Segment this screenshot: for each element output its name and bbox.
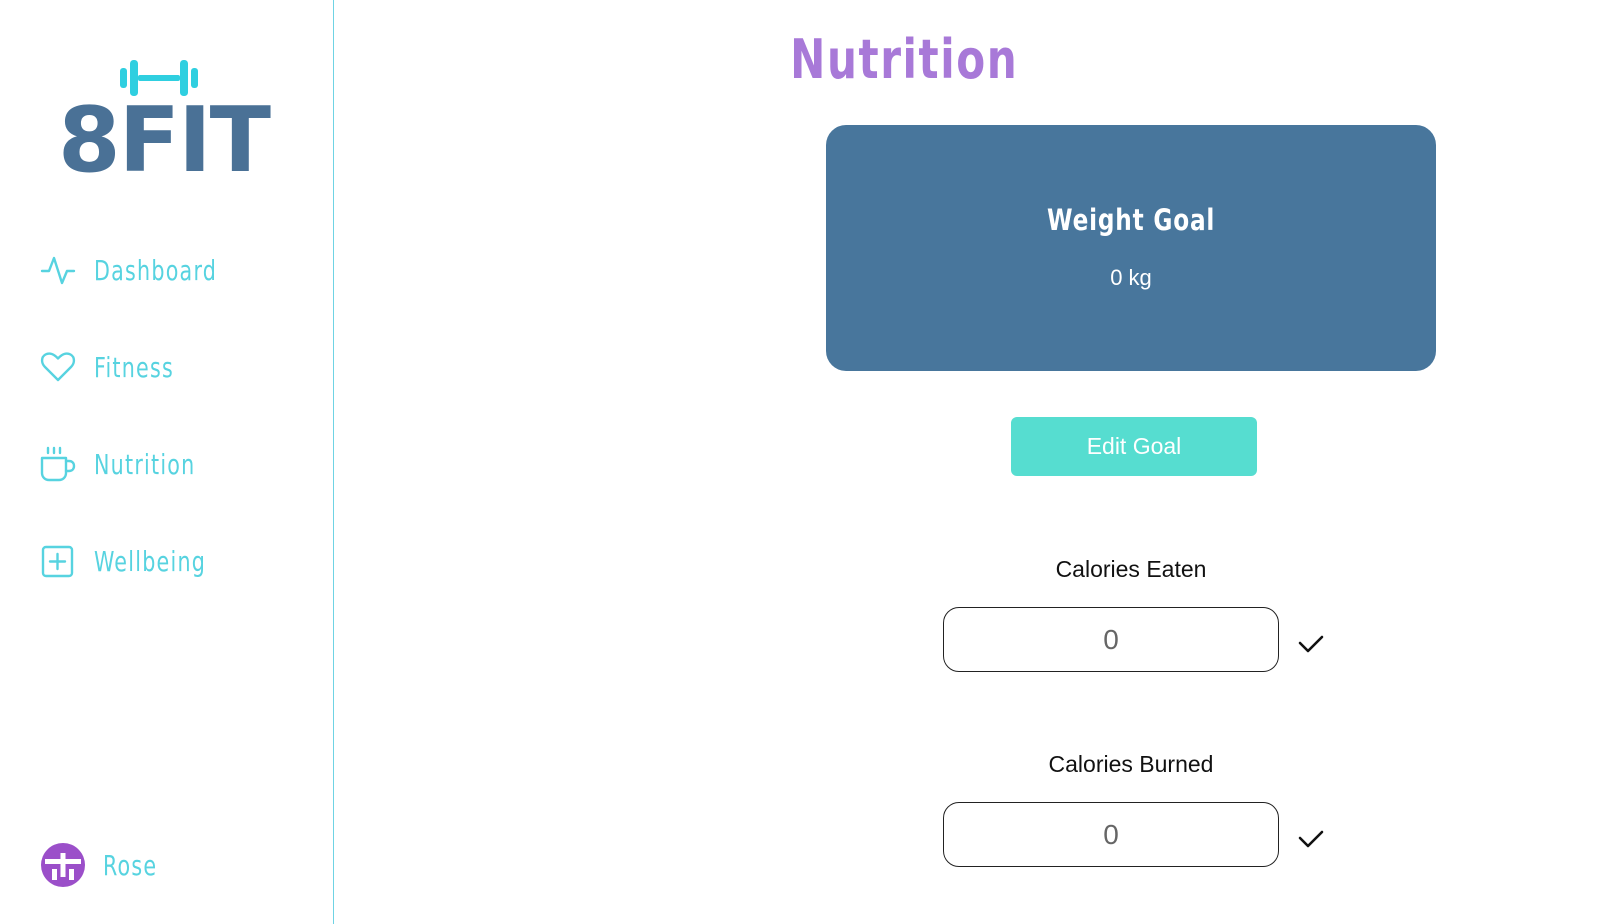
- sidebar-item-wellbeing[interactable]: Wellbeing: [40, 539, 231, 583]
- page-title-wrap: Nutrition: [334, 28, 1474, 91]
- coffee-cup-icon: [40, 446, 76, 482]
- calories-burned-input[interactable]: [943, 802, 1279, 867]
- weight-goal-title: Weight Goal: [1046, 203, 1216, 237]
- calories-eaten-input[interactable]: [943, 607, 1279, 672]
- user-name: Rose: [103, 848, 158, 882]
- sidebar-item-label: Wellbeing: [94, 544, 207, 578]
- sidebar-item-label: Dashboard: [94, 253, 218, 287]
- main-content: Nutrition Weight Goal 0 kg Edit Goal Cal…: [334, 0, 1607, 924]
- activity-icon: [40, 252, 76, 288]
- sidebar-item-dashboard[interactable]: Dashboard: [40, 248, 244, 292]
- check-icon[interactable]: [1294, 626, 1328, 660]
- edit-goal-button[interactable]: Edit Goal: [1011, 417, 1257, 476]
- sidebar: 8FIT Dashboard Fitness Nutrition Wellbei…: [0, 0, 334, 924]
- brand-name: 8FIT: [58, 88, 271, 193]
- brand-logo[interactable]: 8FIT: [56, 56, 271, 193]
- sidebar-item-fitness[interactable]: Fitness: [40, 345, 192, 389]
- weight-goal-value: 0 kg: [1110, 265, 1152, 290]
- app-root: 8FIT Dashboard Fitness Nutrition Wellbei…: [0, 0, 1607, 924]
- sidebar-item-label: Nutrition: [94, 447, 196, 481]
- weight-goal-card: Weight Goal 0 kg: [826, 125, 1436, 371]
- page-title: Nutrition: [789, 28, 1019, 91]
- user-avatar-icon: [40, 842, 86, 888]
- calories-burned-label: Calories Burned: [1048, 751, 1214, 777]
- sidebar-item-nutrition[interactable]: Nutrition: [40, 442, 218, 486]
- user-profile[interactable]: Rose: [40, 842, 169, 888]
- sidebar-item-label: Fitness: [94, 350, 175, 384]
- plus-square-icon: [40, 543, 76, 579]
- heart-icon: [40, 349, 76, 385]
- check-icon[interactable]: [1294, 821, 1328, 855]
- calories-eaten-label: Calories Eaten: [1055, 556, 1207, 582]
